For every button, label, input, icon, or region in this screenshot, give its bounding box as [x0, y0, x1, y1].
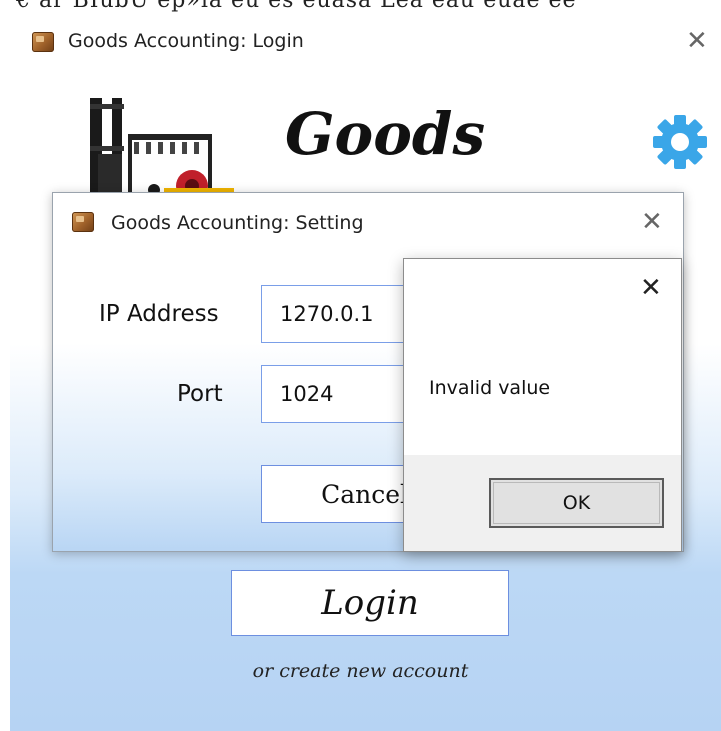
login-window-title: Goods Accounting: Login: [68, 30, 304, 52]
settings-app-icon: [72, 212, 94, 232]
close-icon[interactable]: ✕: [686, 28, 708, 54]
message-box: ✕ Invalid value OK: [403, 258, 682, 552]
app-icon: [32, 32, 54, 52]
ok-button[interactable]: OK: [489, 478, 664, 528]
port-input[interactable]: 1024: [261, 365, 421, 423]
create-account-link[interactable]: or create new account: [0, 660, 721, 682]
message-box-body: ✕ Invalid value: [404, 259, 681, 455]
forklift-logo: [84, 94, 234, 204]
ip-address-input[interactable]: 1270.0.1: [261, 285, 421, 343]
login-titlebar: Goods Accounting: Login ✕: [10, 14, 721, 70]
ip-address-label: IP Address: [99, 301, 219, 327]
settings-dialog-title: Goods Accounting: Setting: [111, 212, 364, 234]
gear-icon[interactable]: [650, 112, 710, 172]
login-button[interactable]: Login: [231, 570, 509, 636]
background-text: € ar BIübU ep»ıà eu eš euäsâ Lea eàu euä…: [16, 0, 577, 13]
port-label: Port: [177, 381, 223, 407]
settings-close-icon[interactable]: ✕: [641, 209, 663, 235]
cancel-button[interactable]: Cancel: [261, 465, 421, 523]
brand-title: Goods: [285, 100, 486, 168]
message-close-icon[interactable]: ✕: [640, 275, 662, 301]
background-window-text: € ar BIübU ep»ıà eu eš euäsâ Lea eàu euä…: [0, 0, 721, 14]
message-text: Invalid value: [429, 377, 551, 399]
